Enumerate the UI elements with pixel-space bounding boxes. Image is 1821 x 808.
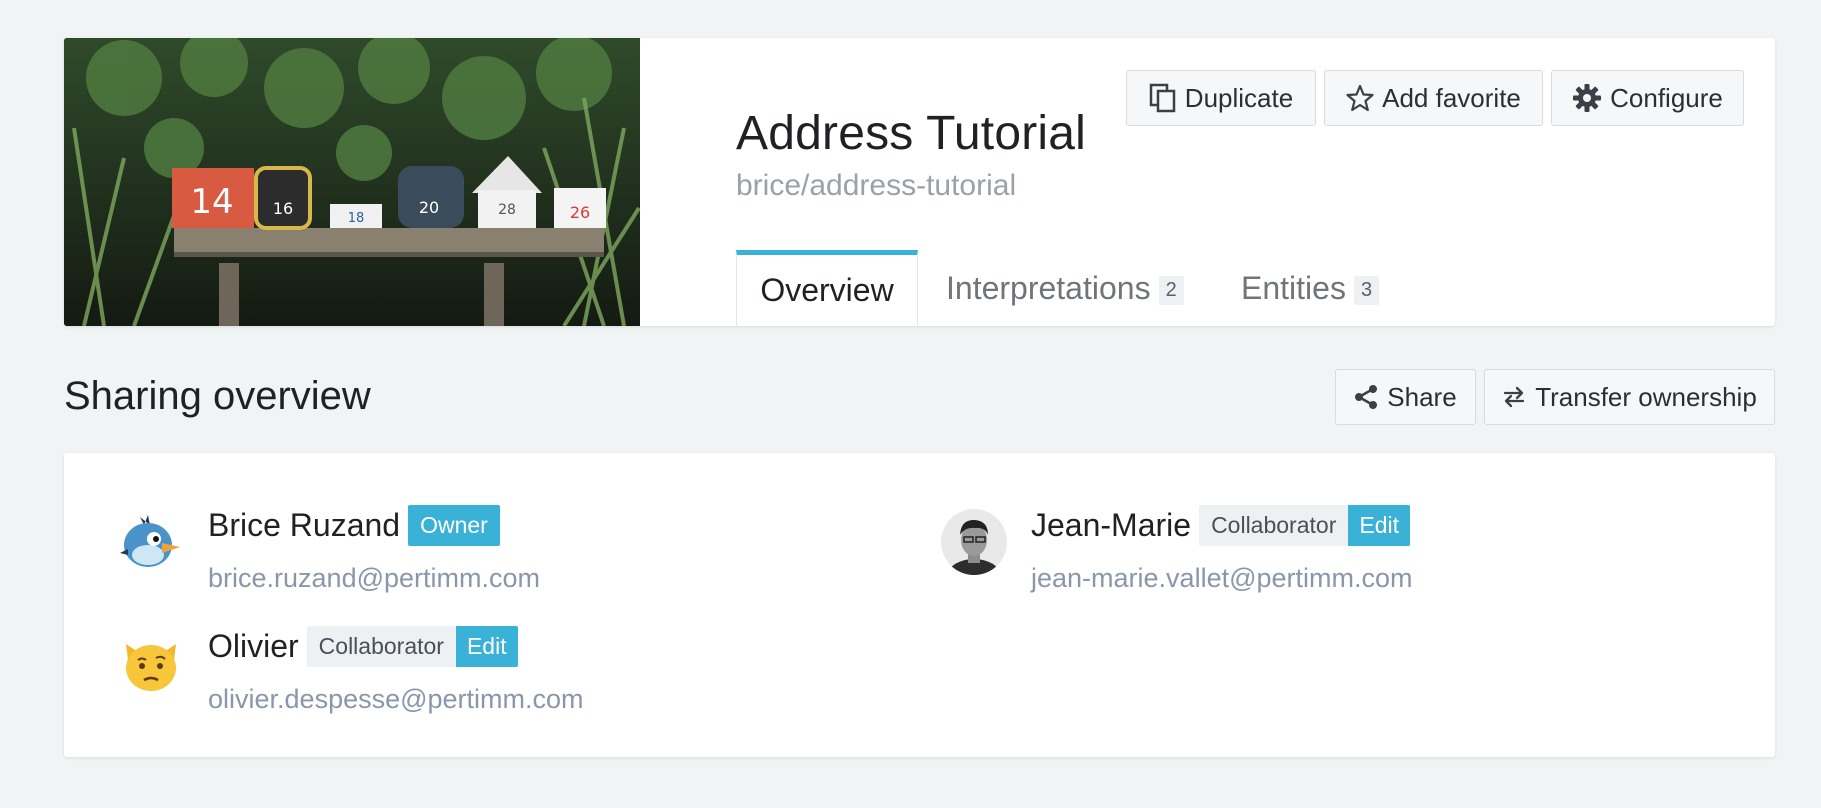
star-icon — [1346, 84, 1374, 112]
tab-overview-label: Overview — [760, 272, 894, 308]
svg-text:18: 18 — [348, 211, 365, 226]
project-title: Address Tutorial — [736, 107, 1087, 160]
tab-entities[interactable]: Entities 3 — [1241, 250, 1380, 326]
member-name: Olivier — [208, 628, 299, 664]
configure-button[interactable]: Configure — [1551, 70, 1744, 126]
transfer-ownership-label: Transfer ownership — [1535, 381, 1757, 412]
share-label: Share — [1387, 381, 1457, 412]
share-button[interactable]: Share — [1335, 369, 1476, 425]
svg-text:16: 16 — [273, 199, 293, 218]
share-icon — [1354, 384, 1378, 410]
member-email: jean-marie.vallet@pertimm.com — [1031, 563, 1413, 593]
member-name: Jean-Marie — [1031, 507, 1192, 543]
tab-interpretations-label: Interpretations — [946, 269, 1151, 306]
cat-face-avatar — [118, 630, 184, 696]
role-badge-collaborator: Collaborator — [306, 626, 456, 667]
sharing-members-card: Brice Ruzand Owner brice.ruzand@pertimm.… — [64, 453, 1775, 757]
role-badge-collaborator: Collaborator — [1199, 505, 1349, 546]
svg-text:14: 14 — [190, 182, 233, 222]
swap-arrows-icon — [1502, 386, 1526, 408]
role-badge-owner: Owner — [408, 505, 500, 546]
permission-badge-edit: Edit — [1348, 505, 1410, 546]
svg-text:26: 26 — [570, 203, 590, 222]
permission-badge-edit: Edit — [455, 626, 518, 667]
gear-icon — [1572, 83, 1602, 113]
tab-entities-count: 3 — [1353, 275, 1380, 305]
member-email: olivier.despesse@pertimm.com — [208, 684, 584, 714]
tab-entities-label: Entities — [1241, 269, 1346, 306]
project-cover-image: 14 16 18 20 28 26 — [64, 38, 640, 326]
svg-text:20: 20 — [419, 198, 439, 217]
add-favorite-label: Add favorite — [1382, 82, 1521, 113]
project-slug: brice/address-tutorial — [736, 169, 1017, 202]
duplicate-button[interactable]: Duplicate — [1126, 70, 1316, 126]
svg-text:28: 28 — [498, 202, 516, 218]
member-name-row: Brice Ruzand Owner — [208, 505, 500, 546]
member-name: Brice Ruzand — [208, 507, 401, 543]
member-name-row: Olivier Collaborator Edit — [208, 626, 518, 667]
tab-interpretations[interactable]: Interpretations 2 — [946, 250, 1184, 326]
tab-interpretations-count: 2 — [1158, 275, 1184, 305]
copy-icon — [1149, 83, 1177, 113]
blue-bird-avatar — [118, 509, 184, 575]
tab-overview[interactable]: Overview — [736, 250, 918, 326]
person-photo-avatar — [941, 509, 1007, 575]
member-name-row: Jean-Marie Collaborator Edit — [1031, 505, 1410, 546]
transfer-ownership-button[interactable]: Transfer ownership — [1484, 369, 1775, 425]
project-header-card: 14 16 18 20 28 26 Address Tutorial brice… — [64, 38, 1775, 326]
duplicate-label: Duplicate — [1184, 82, 1294, 113]
member-email: brice.ruzand@pertimm.com — [208, 563, 541, 593]
sharing-overview-title: Sharing overview — [64, 374, 371, 418]
add-favorite-button[interactable]: Add favorite — [1324, 70, 1543, 126]
configure-label: Configure — [1610, 82, 1723, 113]
